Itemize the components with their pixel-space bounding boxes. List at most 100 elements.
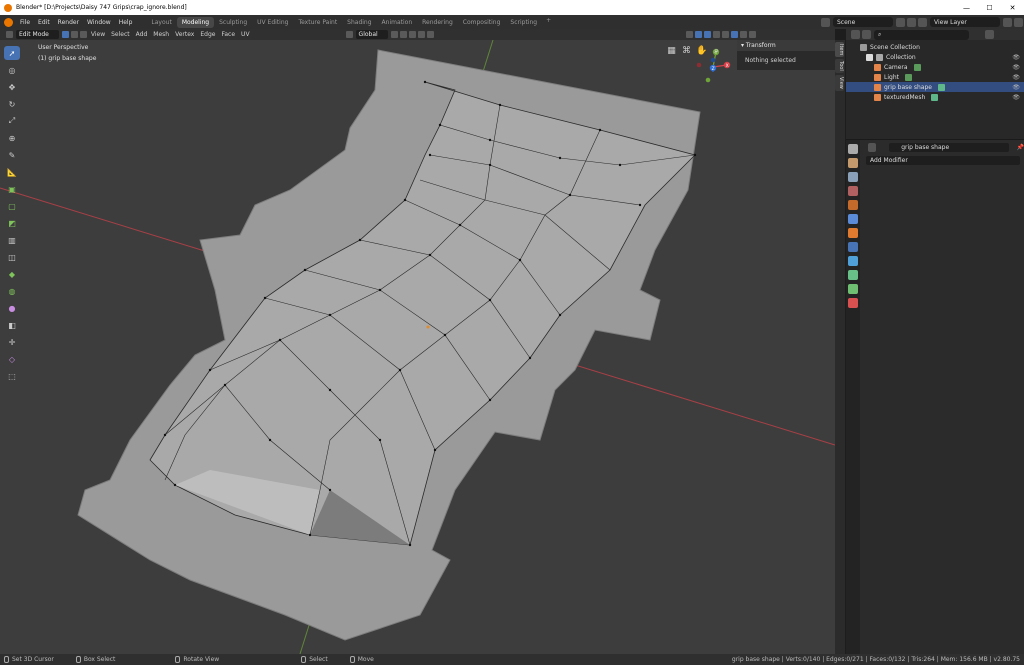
move-tool-icon[interactable]: ✥ xyxy=(4,80,20,94)
solid-shading-icon[interactable] xyxy=(730,31,738,38)
view-layer-field[interactable]: View Layer xyxy=(930,17,1000,27)
tab-modeling[interactable]: Modeling xyxy=(176,16,215,28)
shrink-fatten-tool-icon[interactable]: ✛ xyxy=(4,335,20,349)
object-tab-icon[interactable] xyxy=(848,228,858,238)
mesh-data-tab-icon[interactable] xyxy=(848,284,858,294)
add-modifier-dropdown[interactable]: Add Modifier xyxy=(866,156,1020,165)
bevel-tool-icon[interactable]: ◩ xyxy=(4,216,20,230)
edge-slide-tool-icon[interactable]: ◧ xyxy=(4,318,20,332)
menu-edge[interactable]: Edge xyxy=(197,31,218,38)
maximize-button[interactable]: ☐ xyxy=(978,4,1001,12)
menu-help[interactable]: Help xyxy=(115,19,137,26)
tab-tool[interactable]: Tool xyxy=(835,59,844,74)
blender-menu-icon[interactable] xyxy=(4,17,13,27)
viewport-scene[interactable] xyxy=(0,40,835,654)
tool-tab-icon[interactable] xyxy=(848,144,858,154)
select-box-tool-icon[interactable]: ➚ xyxy=(4,46,20,60)
orientation-dropdown[interactable]: Global xyxy=(355,30,388,39)
properties-editor-icon[interactable] xyxy=(868,142,877,152)
wireframe-shading-icon[interactable] xyxy=(721,31,729,38)
zoom-icon[interactable]: ⌕ xyxy=(711,46,722,57)
tab-shading[interactable]: Shading xyxy=(342,17,376,28)
view-layer-tab-icon[interactable] xyxy=(848,186,858,196)
menu-mesh[interactable]: Mesh xyxy=(150,31,172,38)
tab-texture-paint[interactable]: Texture Paint xyxy=(293,17,342,28)
menu-window[interactable]: Window xyxy=(83,19,115,26)
tab-compositing[interactable]: Compositing xyxy=(458,17,506,28)
particles-tab-icon[interactable] xyxy=(848,256,858,266)
overlay-toggle-icon[interactable] xyxy=(703,31,711,38)
loop-cut-tool-icon[interactable]: ▥ xyxy=(4,233,20,247)
output-tab-icon[interactable] xyxy=(848,172,858,182)
menu-vertex[interactable]: Vertex xyxy=(172,31,197,38)
spin-tool-icon[interactable]: ◍ xyxy=(4,284,20,298)
tab-uv-editing[interactable]: UV Editing xyxy=(252,17,293,28)
material-shading-icon[interactable] xyxy=(739,31,747,38)
neg-x-handle-icon[interactable] xyxy=(696,62,702,68)
outliner-editor-icon[interactable] xyxy=(851,30,860,39)
filter-icon[interactable] xyxy=(985,30,994,39)
transform-tool-icon[interactable]: ⊕ xyxy=(4,131,20,145)
outliner-row-light[interactable]: Light 👁 xyxy=(846,72,1024,82)
snap-target-icon[interactable] xyxy=(408,31,416,38)
object-name-field[interactable]: grip base shape xyxy=(889,142,1009,152)
eye-icon[interactable]: 👁 xyxy=(1012,94,1020,101)
eye-icon[interactable]: 👁 xyxy=(1012,54,1020,61)
editor-type-icon[interactable] xyxy=(6,31,13,38)
menu-face[interactable]: Face xyxy=(218,31,238,38)
physics-tab-icon[interactable] xyxy=(848,270,858,280)
annotate-tool-icon[interactable]: ✎ xyxy=(4,148,20,162)
world-tab-icon[interactable] xyxy=(848,214,858,224)
view-layer-remove-icon[interactable] xyxy=(1014,17,1023,27)
scene-remove-icon[interactable] xyxy=(907,17,916,27)
pivot-icon[interactable] xyxy=(390,31,398,38)
measure-tool-icon[interactable]: 📐 xyxy=(4,165,20,179)
menu-add[interactable]: Add xyxy=(133,31,151,38)
smooth-tool-icon[interactable]: ● xyxy=(4,301,20,315)
pan-hand-icon[interactable]: ✋ xyxy=(696,46,707,57)
outliner-search-input[interactable]: ⌕ xyxy=(874,29,969,40)
scene-collection-row[interactable]: Scene Collection xyxy=(846,42,1024,52)
knife-tool-icon[interactable]: ◫ xyxy=(4,250,20,264)
cursor-tool-icon[interactable]: ◎ xyxy=(4,63,20,77)
grid-view-icon[interactable]: ▦ xyxy=(666,46,677,57)
add-workspace-button[interactable]: + xyxy=(542,17,555,28)
poly-build-tool-icon[interactable]: ◆ xyxy=(4,267,20,281)
display-mode-icon[interactable] xyxy=(862,30,871,39)
scene-field[interactable]: Scene xyxy=(833,17,893,27)
visibility-icon[interactable] xyxy=(685,31,693,38)
transform-panel-header[interactable]: ▾ Transform xyxy=(737,40,835,51)
pin-icon[interactable]: 📌 xyxy=(1017,144,1024,151)
tab-rendering[interactable]: Rendering xyxy=(417,17,458,28)
camera-view-icon[interactable]: ⌘ xyxy=(681,46,692,57)
minimize-button[interactable]: — xyxy=(955,4,978,12)
menu-edit[interactable]: Edit xyxy=(34,19,54,26)
xray-toggle-icon[interactable] xyxy=(712,31,720,38)
extrude-tool-icon[interactable]: ▣ xyxy=(4,182,20,196)
menu-view[interactable]: View xyxy=(88,31,108,38)
tab-layout[interactable]: Layout xyxy=(146,17,176,28)
gizmo-toggle-icon[interactable] xyxy=(694,31,702,38)
tab-scripting[interactable]: Scripting xyxy=(505,17,542,28)
menu-uv[interactable]: UV xyxy=(238,31,253,38)
material-tab-icon[interactable] xyxy=(848,298,858,308)
tab-sculpting[interactable]: Sculpting xyxy=(214,17,252,28)
edge-select-icon[interactable] xyxy=(70,31,78,38)
proportional-falloff-icon[interactable] xyxy=(426,31,434,38)
menu-render[interactable]: Render xyxy=(54,19,83,26)
checkbox-icon[interactable] xyxy=(866,53,873,61)
shear-tool-icon[interactable]: ◇ xyxy=(4,352,20,366)
snap-icon[interactable] xyxy=(399,31,407,38)
modifier-tab-icon[interactable] xyxy=(848,242,858,252)
outliner-row-grip-base-shape[interactable]: grip base shape 👁 xyxy=(846,82,1024,92)
scene-tab-icon[interactable] xyxy=(848,200,858,210)
rotate-tool-icon[interactable]: ↻ xyxy=(4,97,20,111)
rip-tool-icon[interactable]: ⬚ xyxy=(4,369,20,383)
outliner-row-textured-mesh[interactable]: texturedMesh 👁 xyxy=(846,92,1024,102)
view-layer-browse-icon[interactable] xyxy=(1003,17,1012,27)
eye-icon[interactable]: 👁 xyxy=(1012,64,1020,71)
neg-z-handle-icon[interactable] xyxy=(710,57,716,63)
eye-icon[interactable]: 👁 xyxy=(1012,84,1020,91)
eye-icon[interactable]: 👁 xyxy=(1012,74,1020,81)
menu-file[interactable]: File xyxy=(16,19,34,26)
